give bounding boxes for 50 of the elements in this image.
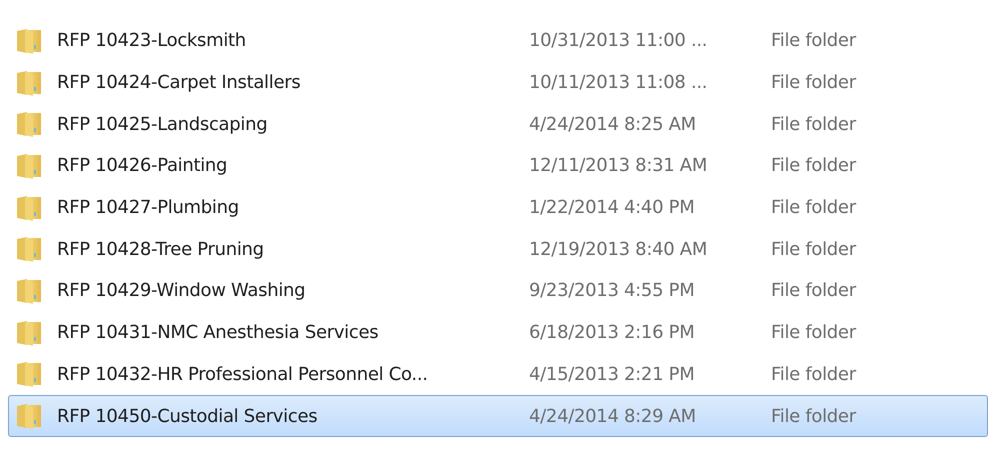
folder-icon xyxy=(15,28,43,54)
folder-name: RFP 10428-Tree Pruning xyxy=(57,238,265,262)
file-type: File folder xyxy=(771,29,856,54)
date-modified: 9/23/2013 4:55 PM xyxy=(529,279,696,304)
folder-name: RFP 10423-Locksmith xyxy=(57,29,247,54)
file-type: File folder xyxy=(771,112,856,137)
folder-name: RFP 10429-Window Washing xyxy=(57,279,306,304)
folder-name: RFP 10427-Plumbing xyxy=(57,196,240,220)
folder-icon xyxy=(15,278,43,304)
file-type: File folder xyxy=(771,71,856,96)
date-modified: 10/31/2013 11:00 ... xyxy=(529,29,708,54)
file-row[interactable]: RFP 10423-Locksmith 10/31/2013 11:00 ... File folder xyxy=(8,20,988,62)
folder-name: RFP 10432-HR Professional Personnel Co... xyxy=(57,362,429,387)
folder-name: RFP 10424-Carpet Installers xyxy=(57,71,302,96)
date-modified: 12/19/2013 8:40 AM xyxy=(529,238,708,262)
file-type: File folder xyxy=(771,279,856,304)
file-row[interactable]: RFP 10429-Window Washing 9/23/2013 4:55 PM File folder xyxy=(8,270,988,312)
file-type: File folder xyxy=(771,404,856,429)
date-modified: 4/24/2014 8:25 AM xyxy=(529,112,697,137)
folder-icon xyxy=(15,194,43,221)
date-modified: 4/15/2013 2:21 PM xyxy=(529,362,696,387)
file-type: File folder xyxy=(771,238,856,262)
folder-icon xyxy=(15,236,43,262)
folder-icon xyxy=(15,111,43,138)
file-type: File folder xyxy=(771,196,856,220)
folder-icon xyxy=(15,361,43,388)
file-type: File folder xyxy=(771,362,856,387)
file-row[interactable]: RFP 10432-HR Professional Personnel Co... 4/15/2013 2:21 PM File folder xyxy=(8,354,988,396)
folder-name: RFP 10426-Painting xyxy=(57,154,228,178)
folder-icon xyxy=(15,320,43,346)
file-row[interactable]: RFP 10427-Plumbing 1/22/2014 4:40 PM File folder xyxy=(8,186,988,228)
file-row[interactable]: RFP 10426-Painting 12/11/2013 8:31 AM File folder xyxy=(8,145,988,187)
folder-icon xyxy=(15,152,43,179)
folder-icon xyxy=(15,403,43,430)
file-type: File folder xyxy=(771,321,856,346)
date-modified: 10/11/2013 11:08 ... xyxy=(529,71,708,96)
folder-icon xyxy=(15,70,43,96)
folder-name: RFP 10450-Custodial Services xyxy=(57,404,318,429)
file-row[interactable]: RFP 10431-NMC Anesthesia Services 6/18/2013 2:16 PM File folder xyxy=(8,312,988,354)
date-modified: 1/22/2014 4:40 PM xyxy=(529,196,696,220)
file-row[interactable]: RFP 10428-Tree Pruning 12/19/2013 8:40 AM File folder xyxy=(8,228,988,270)
file-row[interactable]: RFP 10425-Landscaping 4/24/2014 8:25 AM File folder xyxy=(8,103,988,146)
folder-name: RFP 10425-Landscaping xyxy=(57,112,268,137)
file-type: File folder xyxy=(771,154,856,178)
date-modified: 6/18/2013 2:16 PM xyxy=(529,321,696,346)
date-modified: 4/24/2014 8:29 AM xyxy=(529,404,697,429)
file-row[interactable]: RFP 10424-Carpet Installers 10/11/2013 11:08 ... File folder xyxy=(8,62,988,104)
folder-name: RFP 10431-NMC Anesthesia Services xyxy=(57,321,380,346)
file-row[interactable]: RFP 10450-Custodial Services 4/24/2014 8:29 AM File folder xyxy=(8,395,988,437)
date-modified: 12/11/2013 8:31 AM xyxy=(529,154,708,178)
